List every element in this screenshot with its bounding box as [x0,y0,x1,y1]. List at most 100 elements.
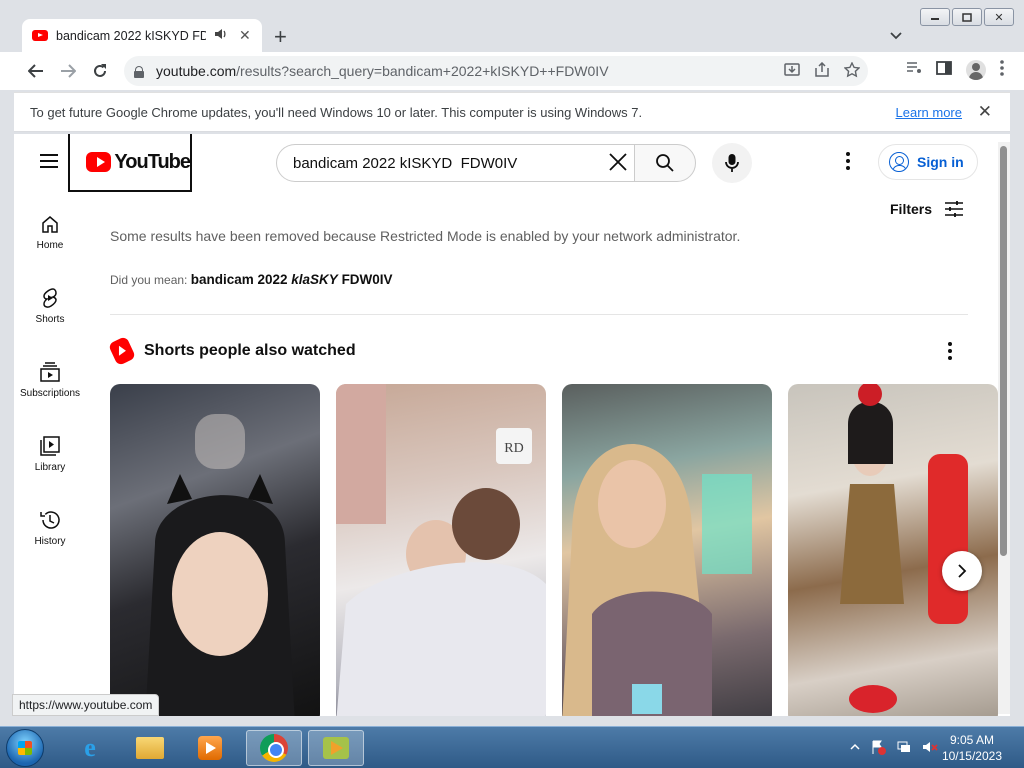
page-scrollbar[interactable] [998,142,1010,714]
speaker-icon[interactable] [214,28,227,43]
sign-in-button[interactable]: Sign in [878,144,978,180]
guide-label-library: Library [34,462,66,473]
infobar-message: To get future Google Chrome updates, you… [30,104,643,120]
divider [110,314,968,315]
tab-youtube[interactable]: bandicam 2022 kISKYD FDW0IV ✕ [22,19,262,52]
browser-window: bandicam 2022 kISKYD FDW0IV ✕ + ✕ [0,0,1024,726]
voice-search-button[interactable] [712,143,752,183]
svg-text:RD: RD [504,441,523,456]
guide-menu-icon[interactable] [40,154,58,168]
tab-close-button[interactable]: ✕ [239,27,251,44]
minimize-button[interactable] [920,8,950,26]
short-thumbnail[interactable] [788,384,998,716]
omnibox-actions [784,61,861,82]
filters-label: Filters [890,201,933,217]
share-icon[interactable] [814,61,830,82]
internet-explorer-icon: e [84,733,96,762]
short-thumbnail[interactable] [562,384,772,716]
url-path: /results?search_query=bandicam+2022+kISK… [236,63,609,79]
short-thumbnail-image [145,414,295,716]
side-panel-icon[interactable] [936,61,952,79]
filters-button[interactable]: Filters [890,200,964,218]
shorts-shelf-title: Shorts people also watched [144,342,356,359]
clear-search-icon[interactable] [608,152,628,178]
guide-home[interactable]: Home [14,212,86,251]
status-bubble-url: https://www.youtube.com [12,694,160,716]
youtube-logo[interactable]: YouTube [68,134,192,192]
settings-more-icon[interactable] [846,152,850,170]
sign-in-label: Sign in [917,154,964,170]
install-icon[interactable] [784,62,800,82]
profile-avatar-icon[interactable] [966,60,986,80]
lock-icon[interactable] [134,65,144,78]
filter-sliders-icon [945,201,964,217]
network-icon[interactable] [896,739,912,758]
taskbar-chrome[interactable] [246,730,302,766]
toolbar-right [906,60,1004,80]
tab-search-icon[interactable] [890,27,902,43]
shelf-more-icon[interactable] [948,342,952,360]
tab-strip: bandicam 2022 kISKYD FDW0IV ✕ + ✕ [0,0,1024,52]
youtube-page: YouTube Sign in Home [14,134,1010,716]
guide-label-shorts: Shorts [35,314,65,325]
address-bar[interactable]: youtube.com/results?search_query=bandica… [124,56,868,86]
taskbar-media-player[interactable] [182,730,238,766]
show-hidden-icons[interactable] [850,739,860,758]
media-control-icon[interactable] [906,61,922,79]
infobar-close-button[interactable]: ✕ [978,102,992,122]
short-thumbnail[interactable]: RD [336,384,546,716]
subscriptions-icon [14,360,86,384]
windows-taskbar: e 9:05 AM 10/15/2023 [0,726,1024,768]
guide-subscriptions[interactable]: Subscriptions [14,360,86,399]
clock-time: 9:05 AM [949,733,994,747]
system-tray [850,739,938,758]
home-icon [14,212,86,236]
guide-shorts[interactable]: Shorts [14,286,86,325]
shorts-icon [14,286,86,310]
volume-muted-icon[interactable] [922,739,938,758]
did-you-mean-label: Did you mean: [110,273,188,287]
did-you-mean-suggestion[interactable]: bandicam 2022 klaSKY FDW0IV [191,272,393,287]
learn-more-link[interactable]: Learn more [896,105,962,120]
guide-label-home: Home [36,240,64,251]
search-input[interactable] [293,154,593,172]
browser-toolbar: youtube.com/results?search_query=bandica… [0,52,1024,90]
guide-label-history: History [34,536,66,547]
update-infobar: To get future Google Chrome updates, you… [14,92,1010,132]
account-icon [889,152,909,172]
close-window-button[interactable]: ✕ [984,8,1014,26]
restricted-mode-notice: Some results have been removed because R… [110,228,741,244]
taskbar-clock[interactable]: 9:05 AM 10/15/2023 [942,732,1002,764]
shorts-logo-icon [107,335,137,367]
scrollbar-thumb[interactable] [1000,146,1007,556]
taskbar-file-explorer[interactable] [122,730,178,766]
guide-history[interactable]: History [14,508,86,547]
clock-date: 10/15/2023 [941,749,1002,763]
start-button[interactable] [6,729,44,767]
chrome-icon [260,734,288,762]
action-center-flag-icon[interactable] [870,739,886,758]
maximize-button[interactable] [952,8,982,26]
short-thumbnail[interactable] [110,384,320,716]
new-tab-button[interactable]: + [274,24,287,50]
bookmark-star-icon[interactable] [843,61,861,82]
history-icon [14,508,86,532]
shelf-next-button[interactable] [942,551,982,591]
guide-library[interactable]: Library [14,434,86,473]
library-icon [14,434,86,458]
back-button[interactable] [20,55,52,87]
chevron-right-icon [958,564,967,578]
search-icon [656,154,674,172]
taskbar-app[interactable] [308,730,364,766]
app-arrow-icon [323,737,349,759]
url-host: youtube.com [156,63,237,79]
forward-button[interactable] [52,55,84,87]
reload-button[interactable] [84,55,116,87]
youtube-play-icon [86,152,112,172]
chrome-menu-icon[interactable] [1000,60,1004,80]
media-player-icon [198,736,222,760]
taskbar-internet-explorer[interactable]: e [62,730,118,766]
search-button[interactable] [634,144,696,182]
did-you-mean: Did you mean: bandicam 2022 klaSKY FDW0I… [110,272,393,287]
youtube-logo-text: YouTube [114,150,191,173]
